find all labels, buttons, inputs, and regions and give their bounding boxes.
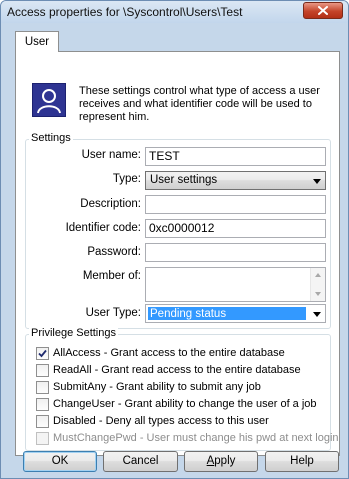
apply-button[interactable]: Apply [184, 451, 258, 472]
cancel-button[interactable]: Cancel [103, 451, 178, 472]
checkbox [36, 431, 49, 445]
checkbox[interactable] [36, 414, 49, 428]
privilege-label: AllAccess - Grant access to the entire d… [53, 347, 285, 359]
checkbox[interactable] [36, 346, 49, 360]
dialog-client: User These settings control what type of… [8, 29, 341, 456]
privilege-label: MustChangePwd - User must change his pwd… [53, 432, 339, 444]
privilege-legend: Privilege Settings [29, 327, 118, 340]
user-type-value: Pending status [148, 307, 306, 320]
type-select[interactable]: User settings [145, 171, 326, 190]
identifier-code-field[interactable]: 0xc0000012 [145, 219, 326, 238]
chevron-down-icon [313, 179, 321, 184]
privilege-label: SubmitAny - Grant ability to submit any … [53, 381, 261, 393]
privilege-changeuser[interactable]: ChangeUser - Grant ability to change the… [36, 396, 317, 412]
member-of-scrollbar[interactable] [310, 268, 325, 301]
privilege-allaccess[interactable]: AllAccess - Grant access to the entire d… [36, 345, 285, 361]
scroll-up-icon[interactable] [315, 273, 321, 277]
privilege-readall[interactable]: ReadAll - Grant read access to the entir… [36, 362, 301, 378]
user-name-label: User name: [81, 149, 141, 161]
title-bar[interactable]: Access properties for \Syscontrol\Users\… [1, 1, 348, 23]
password-label: Password: [87, 246, 141, 258]
description-field[interactable] [145, 195, 326, 214]
user-type-label: User Type: [85, 307, 141, 319]
checkbox[interactable] [36, 380, 49, 394]
description-label: Description: [80, 198, 141, 210]
password-field[interactable] [145, 243, 326, 262]
dialog-window: Access properties for \Syscontrol\Users\… [0, 0, 349, 479]
member-of-label: Member of: [82, 270, 141, 282]
type-label: Type: [112, 173, 141, 185]
privilege-submitany[interactable]: SubmitAny - Grant ability to submit any … [36, 379, 261, 395]
type-select-value: User settings [150, 174, 218, 186]
identifier-code-label: Identifier code: [65, 222, 141, 234]
apply-label: pply [214, 455, 236, 467]
member-of-list[interactable] [145, 267, 326, 302]
settings-legend: Settings [29, 132, 73, 145]
privilege-label: ReadAll - Grant read access to the entir… [53, 364, 301, 376]
user-name-field[interactable]: TEST [145, 147, 326, 166]
checkbox[interactable] [36, 397, 49, 411]
user-type-select[interactable]: Pending status [145, 304, 326, 323]
chevron-down-icon [313, 312, 321, 317]
close-button[interactable] [303, 2, 343, 19]
ok-button[interactable]: OK [23, 451, 97, 472]
privilege-label: Disabled - Deny all types access to this… [53, 415, 269, 427]
privilege-mustchangepwd: MustChangePwd - User must change his pwd… [36, 430, 339, 446]
tab-panel-user: These settings control what type of acce… [15, 51, 340, 456]
info-text: These settings control what type of acce… [79, 85, 320, 123]
checkbox[interactable] [36, 363, 49, 377]
help-button[interactable]: Help [265, 451, 339, 472]
window-title: Access properties for \Syscontrol\Users\… [7, 5, 243, 19]
close-icon [318, 6, 328, 15]
privilege-disabled[interactable]: Disabled - Deny all types access to this… [36, 413, 269, 429]
scroll-down-icon[interactable] [315, 292, 321, 296]
check-icon [38, 349, 47, 357]
privilege-label: ChangeUser - Grant ability to change the… [53, 398, 317, 410]
tab-user[interactable]: User [15, 31, 59, 52]
user-icon [32, 83, 66, 117]
